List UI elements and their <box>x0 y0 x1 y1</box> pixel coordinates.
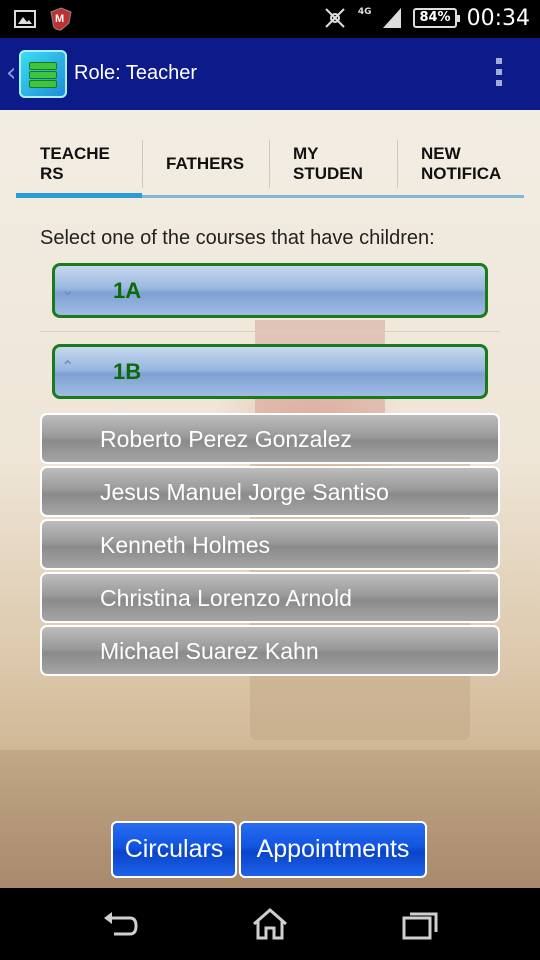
svg-text:M: M <box>55 13 64 25</box>
main-content: TEACHE RS FATHERS MY STUDEN NEW NOTIFICA… <box>0 110 540 890</box>
back-nav-icon[interactable] <box>100 906 140 942</box>
course-header-1b[interactable]: ⌃ 1B <box>52 344 488 399</box>
course-header-1a[interactable]: ⌄ 1A <box>52 263 488 318</box>
overflow-menu-icon[interactable] <box>496 58 504 91</box>
divider <box>40 331 500 332</box>
tab-teachers-label: TEACHE RS <box>40 144 110 183</box>
network-label: 4G <box>357 7 372 17</box>
chevron-down-icon: ⌄ <box>61 280 75 299</box>
mute-icon <box>325 8 345 28</box>
course-label: 1A <box>113 278 142 303</box>
tab-new-notifications-label: NEW NOTIFICA <box>421 144 502 183</box>
app-title: Role: Teacher <box>74 62 198 84</box>
status-bar: M 4G 84% 00:34 <box>0 0 540 38</box>
tab-new-notifications[interactable]: NEW NOTIFICA <box>397 136 524 198</box>
tab-teachers[interactable]: TEACHE RS <box>16 136 142 198</box>
signal-icon <box>383 8 402 28</box>
student-item[interactable]: Roberto Perez Gonzalez <box>40 413 500 464</box>
circulars-button[interactable]: Circulars <box>111 821 237 878</box>
mcafee-icon: M <box>50 7 72 31</box>
app-logo-icon[interactable] <box>19 50 67 98</box>
student-name: Kenneth Holmes <box>100 532 271 558</box>
tab-fathers-label: FATHERS <box>166 154 245 173</box>
tab-my-students[interactable]: MY STUDEN <box>269 136 397 198</box>
student-item[interactable]: Kenneth Holmes <box>40 519 500 570</box>
student-name: Roberto Perez Gonzalez <box>100 426 352 452</box>
clock: 00:34 <box>466 5 530 31</box>
chevron-up-icon: ⌃ <box>61 357 75 376</box>
student-name: Christina Lorenzo Arnold <box>100 585 352 611</box>
tab-bar: TEACHE RS FATHERS MY STUDEN NEW NOTIFICA <box>16 136 524 198</box>
appointments-button[interactable]: Appointments <box>239 821 427 878</box>
back-icon[interactable]: ‹ <box>6 58 16 88</box>
student-list: Roberto Perez Gonzalez Jesus Manuel Jorg… <box>40 413 500 678</box>
recent-apps-icon[interactable] <box>400 906 440 942</box>
course-label: 1B <box>113 359 142 384</box>
student-item[interactable]: Christina Lorenzo Arnold <box>40 572 500 623</box>
student-name: Jesus Manuel Jorge Santiso <box>100 479 389 505</box>
student-item[interactable]: Michael Suarez Kahn <box>40 625 500 676</box>
student-name: Michael Suarez Kahn <box>100 638 319 664</box>
tab-fathers[interactable]: FATHERS <box>142 136 269 198</box>
image-icon <box>14 10 36 28</box>
home-icon[interactable] <box>250 906 290 942</box>
app-bar: ‹ Role: Teacher <box>0 38 540 110</box>
instruction-text: Select one of the courses that have chil… <box>40 227 435 249</box>
student-item[interactable]: Jesus Manuel Jorge Santiso <box>40 466 500 517</box>
battery-indicator: 84% <box>413 8 460 28</box>
tab-my-students-label: MY STUDEN <box>293 144 363 183</box>
navigation-bar <box>0 888 540 960</box>
